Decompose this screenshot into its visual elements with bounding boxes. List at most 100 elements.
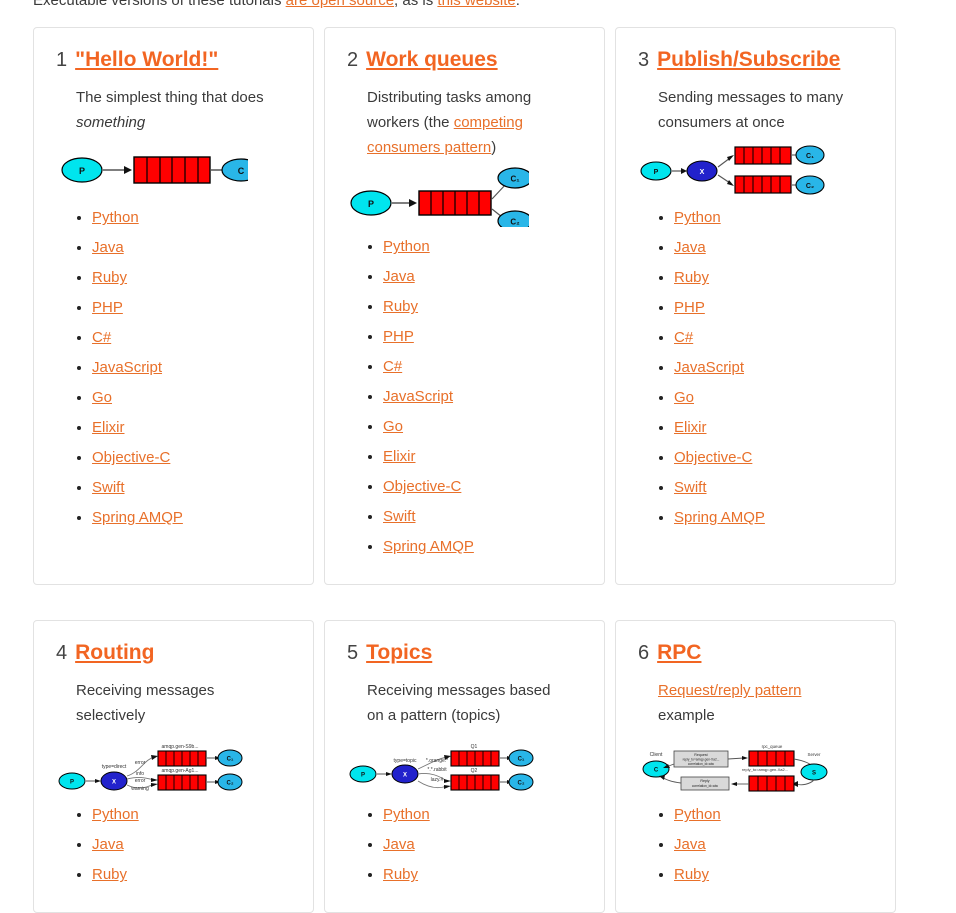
arrow-head-q2	[727, 180, 734, 187]
lang-link-python[interactable]: Python	[674, 806, 721, 823]
lang-link-spring-amqp[interactable]: Spring AMQP	[383, 538, 474, 555]
consumer-2-label: C₂	[510, 218, 520, 227]
description-tail: )	[491, 139, 497, 157]
lang-link-javascript[interactable]: JavaScript	[383, 388, 453, 405]
lang-link-swift[interactable]: Swift	[383, 508, 416, 525]
lang-link-javascript[interactable]: JavaScript	[92, 359, 162, 376]
lang-link-php[interactable]: PHP	[674, 299, 705, 316]
producer-label: P	[79, 166, 85, 176]
lang-link-csharp[interactable]: C#	[92, 329, 111, 346]
list-item: C#	[92, 329, 297, 346]
list-item: Ruby	[383, 298, 588, 315]
lang-link-csharp[interactable]: C#	[674, 329, 693, 346]
lang-link-python[interactable]: Python	[92, 209, 139, 226]
lang-link-python[interactable]: Python	[383, 806, 430, 823]
binding-key-lazy: lazy.#	[431, 777, 444, 783]
diagram-publish-subscribe: P X C₁ C₂	[640, 141, 879, 199]
list-item: JavaScript	[92, 359, 297, 376]
consumer-1-label: C₁	[510, 175, 520, 184]
tutorial-title-link[interactable]: Publish/Subscribe	[657, 48, 840, 71]
card-header: 5 Topics	[347, 641, 588, 665]
tutorial-title-link[interactable]: Topics	[366, 641, 432, 664]
lang-link-spring-amqp[interactable]: Spring AMQP	[674, 509, 765, 526]
list-item: Python	[383, 238, 588, 255]
list-item: Python	[674, 806, 879, 823]
lang-link-objective-c[interactable]: Objective-C	[92, 449, 170, 466]
request-reply-pattern-link[interactable]: Request/reply pattern	[658, 682, 801, 699]
list-item: Objective-C	[92, 449, 297, 466]
list-item: C#	[674, 329, 879, 346]
lang-link-ruby[interactable]: Ruby	[674, 866, 709, 883]
this-website-link[interactable]: this website	[437, 0, 515, 9]
lang-link-ruby[interactable]: Ruby	[92, 866, 127, 883]
card-number: 1	[56, 49, 68, 71]
list-item: PHP	[92, 299, 297, 316]
language-list: Python Java Ruby	[632, 806, 879, 883]
lang-link-java[interactable]: Java	[674, 836, 706, 853]
binding-key-error-2: error	[135, 778, 146, 784]
lang-link-ruby[interactable]: Ruby	[674, 269, 709, 286]
lang-link-python[interactable]: Python	[674, 209, 721, 226]
tutorial-card-hello-world: 1 "Hello World!" The simplest thing that…	[33, 27, 314, 586]
list-item: Java	[383, 836, 588, 853]
arrow-head	[386, 772, 392, 777]
lang-link-java[interactable]: Java	[383, 836, 415, 853]
lang-link-objective-c[interactable]: Objective-C	[674, 449, 752, 466]
arrow-head-b3	[151, 783, 158, 788]
list-item: Swift	[92, 479, 297, 496]
queue-node	[418, 190, 492, 216]
consumer-2-label: C₂	[806, 183, 814, 190]
queue-node-2	[734, 175, 792, 194]
topics-svg: P X type=topic *.orange.* Q1 C₁ *.*.rabb…	[349, 744, 534, 791]
lang-link-objective-c[interactable]: Objective-C	[383, 478, 461, 495]
language-list: Python Java Ruby	[341, 806, 588, 883]
lang-link-elixir[interactable]: Elixir	[383, 448, 416, 465]
binding-key-warning: warning	[131, 786, 149, 792]
queue-node-2	[157, 774, 207, 791]
list-item: Elixir	[92, 419, 297, 436]
list-item: Java	[674, 836, 879, 853]
list-item: Spring AMQP	[674, 509, 879, 526]
lang-link-go[interactable]: Go	[92, 389, 112, 406]
lang-link-java[interactable]: Java	[92, 836, 124, 853]
lang-link-go[interactable]: Go	[383, 418, 403, 435]
card-header: 2 Work queues	[347, 48, 588, 71]
card-number: 2	[347, 49, 359, 71]
lang-link-python[interactable]: Python	[383, 238, 430, 255]
tutorial-title-link[interactable]: Work queues	[366, 48, 497, 71]
lang-link-java[interactable]: Java	[92, 239, 124, 256]
request-correlation-id: correlation_id=abc	[688, 762, 715, 766]
tutorial-title-link[interactable]: "Hello World!"	[75, 48, 218, 71]
card-number: 5	[347, 642, 359, 665]
lang-link-spring-amqp[interactable]: Spring AMQP	[92, 509, 183, 526]
list-item: Ruby	[674, 866, 879, 883]
binding-key-rabbit: *.*.rabbit	[427, 767, 447, 773]
lang-link-swift[interactable]: Swift	[674, 479, 707, 496]
lang-link-elixir[interactable]: Elixir	[674, 419, 707, 436]
lang-link-swift[interactable]: Swift	[92, 479, 125, 496]
lang-link-go[interactable]: Go	[674, 389, 694, 406]
lang-link-ruby[interactable]: Ruby	[383, 866, 418, 883]
diagram-rpc: Client C Request reply_to=amqp.gen-Xa2..…	[640, 734, 879, 796]
lang-link-csharp[interactable]: C#	[383, 358, 402, 375]
lang-link-php[interactable]: PHP	[383, 328, 414, 345]
lang-link-javascript[interactable]: JavaScript	[674, 359, 744, 376]
lang-link-php[interactable]: PHP	[92, 299, 123, 316]
diagram-routing: P X type=direct error amqp.gen-S9b... C₁…	[58, 734, 297, 796]
card-number: 6	[638, 642, 650, 665]
arrow-head	[95, 779, 101, 784]
open-source-link[interactable]: are open source	[286, 0, 394, 9]
lang-link-elixir[interactable]: Elixir	[92, 419, 125, 436]
queue-node	[133, 156, 211, 184]
lang-link-ruby[interactable]: Ruby	[383, 298, 418, 315]
list-item: Ruby	[674, 269, 879, 286]
tutorial-title-link[interactable]: Routing	[75, 641, 154, 664]
description-text: The simplest thing that does	[76, 89, 264, 107]
queue-node-2	[450, 774, 500, 791]
lang-link-python[interactable]: Python	[92, 806, 139, 823]
tutorial-title-link[interactable]: RPC	[657, 641, 701, 664]
lang-link-ruby[interactable]: Ruby	[92, 269, 127, 286]
lang-link-java[interactable]: Java	[674, 239, 706, 256]
lang-link-java[interactable]: Java	[383, 268, 415, 285]
consumer-1-label: C₁	[806, 153, 814, 160]
